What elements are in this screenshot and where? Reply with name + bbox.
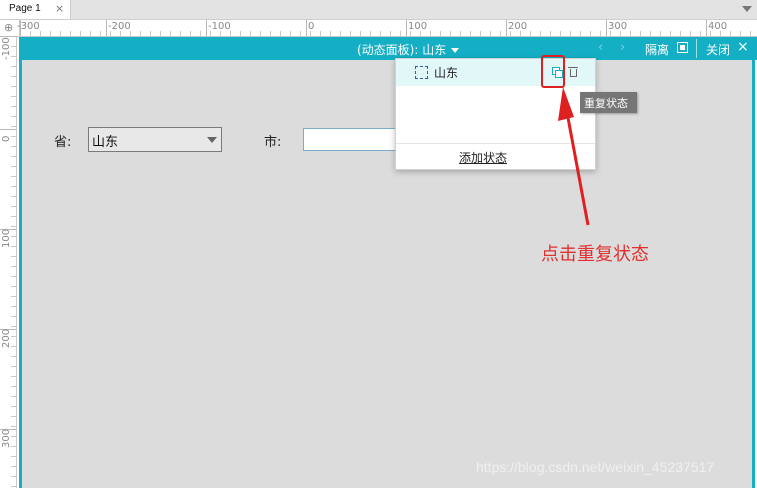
ruler-label: -300 <box>17 21 40 32</box>
trash-body <box>570 69 577 77</box>
ruler-label: 300 <box>1 428 12 448</box>
duplicate-highlight-box <box>541 55 565 88</box>
annotation-arrow <box>558 87 590 226</box>
isolate-button[interactable]: 隔离 <box>645 41 669 58</box>
ruler-tick <box>706 20 707 36</box>
province-select-value: 山东 <box>92 135 119 150</box>
panel-right-border <box>752 60 755 488</box>
ruler-tick <box>0 129 16 130</box>
ruler-label: 100 <box>1 228 12 248</box>
ruler-tick <box>606 20 607 36</box>
panel-state-selector[interactable]: (动态面板): 山东 <box>357 41 460 58</box>
ruler-label: -100 <box>208 21 231 32</box>
ruler-tick <box>106 20 107 36</box>
tab-close-icon[interactable]: × <box>55 2 64 15</box>
ruler-label: -200 <box>108 21 131 32</box>
ruler-tick <box>306 20 307 36</box>
close-icon[interactable]: × <box>737 39 749 55</box>
province-select[interactable]: 山东 <box>88 127 222 152</box>
add-state-link[interactable]: 添加状态 <box>459 149 507 166</box>
design-canvas[interactable] <box>22 60 752 488</box>
ruler-label: 0 <box>1 135 12 142</box>
tab-page-1[interactable]: Page 1 × <box>0 0 71 19</box>
ruler-label: 300 <box>608 21 628 32</box>
dynamic-panel-header: (动态面板): 山东 ‹ › 隔离 关闭 × <box>20 37 757 60</box>
chevron-down-icon <box>207 137 217 143</box>
city-select[interactable] <box>303 128 398 151</box>
tab-bar: Page 1 × <box>0 0 757 20</box>
state-row-shandong[interactable]: 山东 <box>396 59 595 86</box>
city-label: 市: <box>264 135 282 150</box>
horizontal-ruler: -300 -200 -100 0 100 200 300 400 <box>17 20 757 37</box>
chevron-down-icon <box>451 48 460 53</box>
ruler-tick <box>506 20 507 36</box>
annotation-text: 点击重复状态 <box>541 244 649 265</box>
ruler-label: 0 <box>308 21 315 32</box>
ruler-label: 400 <box>708 21 728 32</box>
ruler-tick <box>206 20 207 36</box>
header-divider <box>696 39 697 58</box>
province-label: 省: <box>54 135 72 150</box>
tab-label: Page 1 <box>9 3 41 14</box>
ruler-label: 100 <box>408 21 428 32</box>
ruler-label: 200 <box>508 21 528 32</box>
ruler-label: 200 <box>1 328 12 348</box>
vertical-ruler: -100 0 100 200 300 <box>0 36 17 488</box>
close-button[interactable]: 关闭 <box>706 41 730 58</box>
panel-title-label: (动态面板): 山东 <box>357 43 447 57</box>
watermark: https://blog.csdn.net/weixin_45237517 <box>476 459 715 475</box>
corner-crosshair-icon: ⊕ <box>4 21 14 34</box>
state-name: 山东 <box>434 66 459 80</box>
prev-state-icon[interactable]: ‹ <box>598 40 603 55</box>
ruler-label: -100 <box>1 37 12 60</box>
ruler-tick <box>406 20 407 36</box>
isolate-icon[interactable] <box>677 42 688 53</box>
state-checkbox-icon[interactable] <box>415 66 428 79</box>
tab-menu-chevron-icon[interactable] <box>742 6 752 12</box>
next-state-icon[interactable]: › <box>620 40 625 55</box>
trash-icon[interactable] <box>568 66 578 77</box>
trash-lid <box>568 67 578 68</box>
